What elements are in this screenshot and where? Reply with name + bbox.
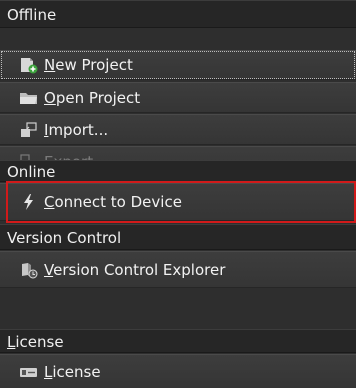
- connect-to-device-label: Connect to Device: [44, 193, 182, 211]
- license-key-icon: [18, 363, 40, 381]
- section-header-label: License: [7, 333, 64, 351]
- section-header-online: Online: [0, 160, 356, 182]
- version-control-explorer-button[interactable]: Version Control Explorer: [0, 251, 356, 288]
- section-header-offline: Offline: [0, 0, 356, 28]
- license-label: License: [44, 362, 101, 381]
- import-icon: [18, 121, 40, 139]
- import-label: Import...: [44, 120, 109, 139]
- section-header-label: Version Control: [7, 229, 122, 247]
- open-project-button[interactable]: Open Project: [0, 82, 356, 113]
- section-header-label: Online: [7, 163, 56, 181]
- version-control-explorer-label: Version Control Explorer: [44, 260, 226, 279]
- backstage-menu: Offline New Project Open Project Import.…: [0, 0, 356, 388]
- new-project-icon: [18, 56, 40, 74]
- section-header-label: Offline: [7, 6, 57, 24]
- version-control-icon: [18, 261, 40, 279]
- connect-to-device-button[interactable]: Connect to Device: [0, 183, 356, 221]
- section-header-version-control: Version Control: [0, 224, 356, 250]
- import-button[interactable]: Import...: [0, 114, 356, 145]
- license-button[interactable]: License: [0, 354, 356, 388]
- lightning-icon: [18, 193, 40, 211]
- section-header-license: License: [0, 329, 356, 353]
- folder-icon: [18, 89, 40, 107]
- new-project-button[interactable]: New Project: [0, 50, 356, 80]
- new-project-label: New Project: [44, 56, 133, 74]
- open-project-label: Open Project: [44, 88, 141, 107]
